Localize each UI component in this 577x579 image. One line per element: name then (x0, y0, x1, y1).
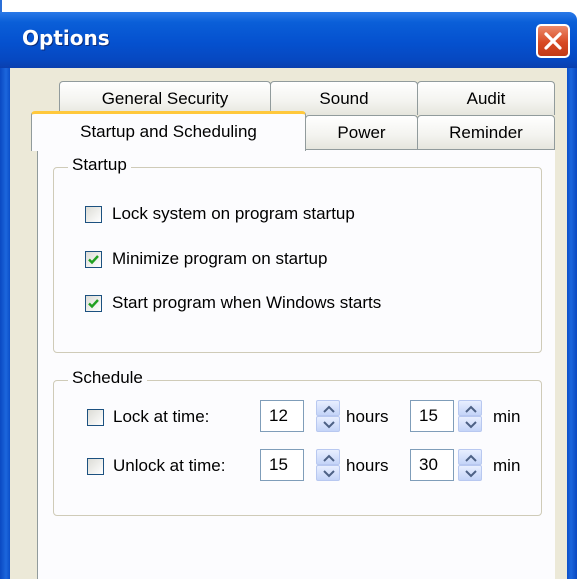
unlock-hours-up-button[interactable] (316, 449, 340, 465)
unlock-minutes-unit: min (493, 456, 521, 475)
window-frame-left (0, 68, 10, 579)
arrow-down-icon (465, 421, 477, 429)
arrow-down-icon (323, 470, 335, 478)
arrow-down-icon (465, 470, 477, 478)
window-title: Options (22, 26, 110, 50)
lock-on-startup-label: Lock system on program startup (112, 204, 355, 223)
tab-sound[interactable]: Sound (270, 81, 418, 115)
arrow-up-icon (323, 405, 335, 413)
option-minimize-on-startup[interactable]: Minimize program on startup (85, 248, 327, 270)
lock-hours-spinner[interactable] (316, 400, 340, 432)
checkmark-icon (88, 298, 99, 308)
options-window: Options General Security Sound Audit Sta… (0, 0, 577, 579)
titlebar-edge (0, 0, 2, 12)
start-with-windows-checkbox[interactable] (85, 294, 102, 312)
unlock-at-time-label: Unlock at time: (113, 456, 226, 475)
lock-minutes-spinner[interactable] (458, 400, 482, 432)
checkmark-icon (88, 254, 99, 264)
option-lock-on-startup[interactable]: Lock system on program startup (85, 203, 355, 225)
unlock-minutes-up-button[interactable] (458, 449, 482, 465)
lock-hours-input[interactable]: 12 (260, 400, 304, 432)
lock-at-time-checkbox[interactable] (87, 409, 104, 426)
arrow-up-icon (465, 405, 477, 413)
unlock-minutes-spinner[interactable] (458, 449, 482, 481)
lock-minutes-unit: min (493, 407, 521, 426)
schedule-legend: Schedule (68, 368, 147, 388)
option-start-with-windows[interactable]: Start program when Windows starts (85, 292, 381, 314)
lock-hours-down-button[interactable] (316, 416, 340, 432)
start-with-windows-label: Start program when Windows starts (112, 293, 382, 312)
minimize-on-startup-label: Minimize program on startup (112, 249, 328, 268)
startup-legend: Startup (68, 155, 131, 175)
tab-panel-startup-and-scheduling: Startup Lock system on program startup M… (37, 149, 555, 579)
tab-power[interactable]: Power (305, 115, 418, 149)
lock-hours-up-button[interactable] (316, 400, 340, 416)
lock-at-time-label: Lock at time: (113, 407, 210, 426)
unlock-hours-unit: hours (346, 456, 389, 475)
lock-hours-unit: hours (346, 407, 389, 426)
unlock-at-time-checkbox[interactable] (87, 458, 104, 475)
tab-reminder[interactable]: Reminder (417, 115, 555, 149)
lock-minutes-down-button[interactable] (458, 416, 482, 432)
tab-startup-and-scheduling[interactable]: Startup and Scheduling (31, 111, 306, 151)
tab-audit[interactable]: Audit (417, 81, 555, 115)
arrow-up-icon (323, 454, 335, 462)
arrow-down-icon (323, 421, 335, 429)
unlock-minutes-input[interactable]: 30 (410, 449, 454, 481)
unlock-hours-down-button[interactable] (316, 465, 340, 481)
arrow-up-icon (465, 454, 477, 462)
unlock-hours-input[interactable]: 15 (260, 449, 304, 481)
lock-minutes-input[interactable]: 15 (410, 400, 454, 432)
minimize-on-startup-checkbox[interactable] (85, 250, 102, 268)
unlock-minutes-down-button[interactable] (458, 465, 482, 481)
close-x-icon (544, 32, 562, 50)
unlock-hours-spinner[interactable] (316, 449, 340, 481)
tab-general-security[interactable]: General Security (59, 81, 271, 115)
lock-on-startup-checkbox[interactable] (85, 205, 102, 223)
close-button[interactable] (536, 24, 570, 58)
lock-minutes-up-button[interactable] (458, 400, 482, 416)
window-frame-right (567, 68, 577, 579)
